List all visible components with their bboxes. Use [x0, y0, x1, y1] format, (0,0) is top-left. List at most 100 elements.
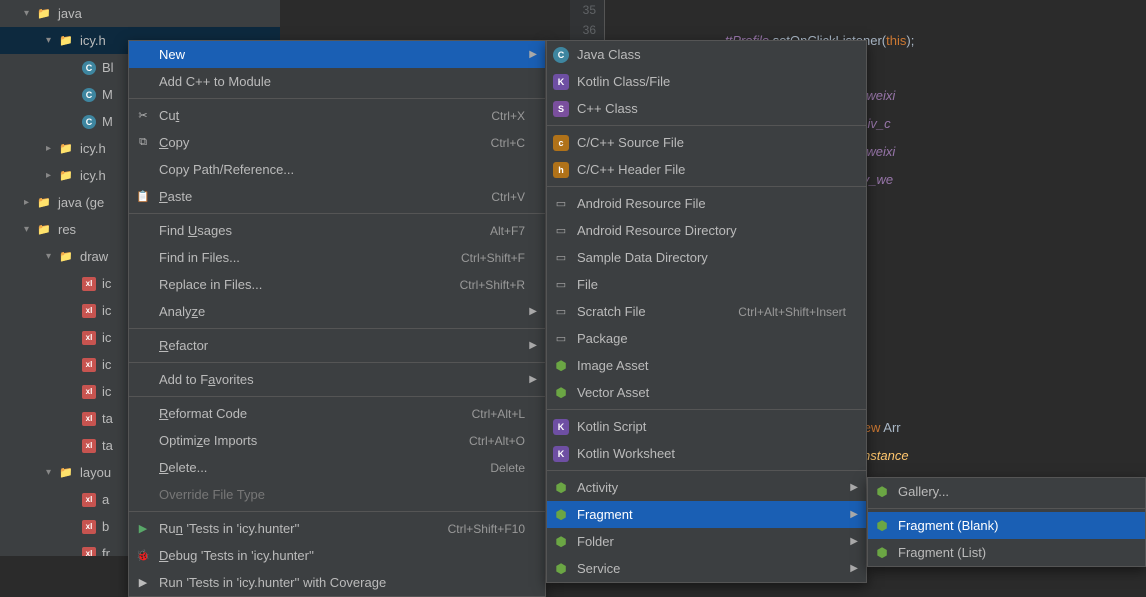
menu-label: Override File Type: [159, 487, 265, 502]
tree-label: Bl: [102, 60, 114, 75]
menu-add-cpp[interactable]: Add C++ to Module: [129, 68, 545, 95]
menu-label: C/C++ Source File: [577, 135, 684, 150]
menu-image-asset[interactable]: ⬢Image Asset: [547, 352, 866, 379]
android-icon: ⬢: [553, 534, 569, 550]
tree-label: ic: [102, 303, 111, 318]
menu-refactor[interactable]: Refactor ▶: [129, 332, 545, 359]
menu-activity[interactable]: ⬢Activity▶: [547, 474, 866, 501]
xml-icon: xl: [82, 439, 96, 453]
menu-label: Android Resource Directory: [577, 223, 737, 238]
menu-fragment-list[interactable]: ⬢Fragment (List): [868, 539, 1145, 566]
shortcut: Ctrl+Alt+Shift+Insert: [738, 305, 846, 319]
line-number: 35: [570, 0, 596, 20]
copy-icon: ⧉: [135, 135, 151, 151]
paste-icon: 📋: [135, 189, 151, 205]
xml-icon: xl: [82, 547, 96, 557]
menu-sample-data-dir[interactable]: ▭Sample Data Directory: [547, 244, 866, 271]
menu-label: Refactor: [159, 338, 208, 353]
menu-separator: [129, 511, 545, 512]
menu-gallery[interactable]: ⬢Gallery...: [868, 478, 1145, 505]
submenu-arrow-icon: ▶: [850, 509, 858, 520]
menu-separator: [129, 213, 545, 214]
menu-label: Kotlin Class/File: [577, 74, 670, 89]
menu-find-usages[interactable]: Find UsagesAlt+F7: [129, 217, 545, 244]
tree-label: ta: [102, 438, 113, 453]
run-icon: ▶: [135, 521, 151, 537]
menu-label: Gallery...: [898, 484, 949, 499]
menu-cut[interactable]: ✂CutCtrl+X: [129, 102, 545, 129]
menu-c-source[interactable]: cC/C++ Source File: [547, 129, 866, 156]
menu-kotlin-script[interactable]: KKotlin Script: [547, 413, 866, 440]
class-icon: C: [553, 47, 569, 63]
folder-icon: ▭: [553, 250, 569, 266]
menu-optimize-imports[interactable]: Optimize ImportsCtrl+Alt+O: [129, 427, 545, 454]
class-icon: C: [82, 61, 96, 75]
menu-separator: [547, 470, 866, 471]
class-icon: C: [82, 115, 96, 129]
menu-replace-in-files[interactable]: Replace in Files...Ctrl+Shift+R: [129, 271, 545, 298]
menu-scratch-file[interactable]: ▭Scratch FileCtrl+Alt+Shift+Insert: [547, 298, 866, 325]
menu-override-file-type[interactable]: Override File Type: [129, 481, 545, 508]
menu-run-tests[interactable]: ▶Run 'Tests in 'icy.hunter''Ctrl+Shift+F…: [129, 515, 545, 542]
context-menu[interactable]: New▶ Add C++ to Module ✂CutCtrl+X ⧉ Copy C…: [128, 40, 546, 597]
shortcut: Ctrl+Shift+R: [460, 278, 525, 292]
xml-icon: xl: [82, 358, 96, 372]
menu-paste[interactable]: 📋PasteCtrl+V: [129, 183, 545, 210]
tree-label: layou: [80, 465, 111, 480]
menu-label: Vector Asset: [577, 385, 649, 400]
menu-android-resource-file[interactable]: ▭Android Resource File: [547, 190, 866, 217]
menu-label: Image Asset: [577, 358, 649, 373]
menu-android-resource-dir[interactable]: ▭Android Resource Directory: [547, 217, 866, 244]
menu-copy[interactable]: ⧉CopyCtrl+C: [129, 129, 545, 156]
menu-label: Reformat Code: [159, 406, 247, 421]
xml-icon: xl: [82, 493, 96, 507]
folder-icon: 📁: [36, 195, 52, 211]
menu-copy-path[interactable]: Copy Path/Reference...: [129, 156, 545, 183]
submenu-arrow-icon: ▶: [529, 374, 537, 385]
menu-folder[interactable]: ⬢Folder▶: [547, 528, 866, 555]
editor-gutter: 35 36: [570, 0, 605, 40]
menu-find-in-files[interactable]: Find in Files...Ctrl+Shift+F: [129, 244, 545, 271]
menu-label: Fragment (List): [898, 545, 986, 560]
menu-file[interactable]: ▭File: [547, 271, 866, 298]
menu-fragment[interactable]: ⬢Fragment▶: [547, 501, 866, 528]
menu-separator: [547, 409, 866, 410]
tree-folder-java[interactable]: ▾📁java: [0, 0, 280, 27]
file-icon: ▭: [553, 196, 569, 212]
xml-icon: xl: [82, 277, 96, 291]
menu-label: Add C++ to Module: [159, 74, 271, 89]
menu-label: Run 'Tests in 'icy.hunter'': [159, 521, 299, 536]
menu-cpp-class[interactable]: SC++ Class: [547, 95, 866, 122]
menu-add-favorites[interactable]: Add to Favorites▶: [129, 366, 545, 393]
menu-kotlin-worksheet[interactable]: KKotlin Worksheet: [547, 440, 866, 467]
menu-fragment-blank[interactable]: ⬢Fragment (Blank): [868, 512, 1145, 539]
menu-reformat[interactable]: Reformat Code Ctrl+Alt+L: [129, 400, 545, 427]
fragment-submenu[interactable]: ⬢Gallery... ⬢Fragment (Blank) ⬢Fragment …: [867, 477, 1146, 567]
menu-label: Run 'Tests in 'icy.hunter'' with Coverag…: [159, 575, 386, 590]
menu-analyze[interactable]: Analyze▶: [129, 298, 545, 325]
submenu-arrow-icon: ▶: [529, 340, 537, 351]
menu-vector-asset[interactable]: ⬢Vector Asset: [547, 379, 866, 406]
android-icon: ⬢: [553, 561, 569, 577]
android-icon: ⬢: [553, 507, 569, 523]
cpp-icon: S: [553, 101, 569, 117]
menu-separator: [129, 98, 545, 99]
menu-label: Copy: [159, 135, 189, 150]
menu-kotlin-class[interactable]: KKotlin Class/File: [547, 68, 866, 95]
menu-label: Copy Path/Reference...: [159, 162, 294, 177]
menu-service[interactable]: ⬢Service▶: [547, 555, 866, 582]
folder-icon: 📁: [58, 249, 74, 265]
menu-label: File: [577, 277, 598, 292]
menu-package[interactable]: ▭Package: [547, 325, 866, 352]
menu-delete[interactable]: Delete...Delete: [129, 454, 545, 481]
shortcut: Ctrl+Alt+L: [472, 407, 525, 421]
xml-icon: xl: [82, 412, 96, 426]
tree-label: M: [102, 114, 113, 129]
menu-run-coverage[interactable]: ▶Run 'Tests in 'icy.hunter'' with Covera…: [129, 569, 545, 596]
new-submenu[interactable]: CJava Class KKotlin Class/File SC++ Clas…: [546, 40, 867, 583]
menu-new[interactable]: New▶: [129, 41, 545, 68]
file-icon: h: [553, 162, 569, 178]
menu-java-class[interactable]: CJava Class: [547, 41, 866, 68]
menu-c-header[interactable]: hC/C++ Header File: [547, 156, 866, 183]
menu-label: Fragment (Blank): [898, 518, 998, 533]
